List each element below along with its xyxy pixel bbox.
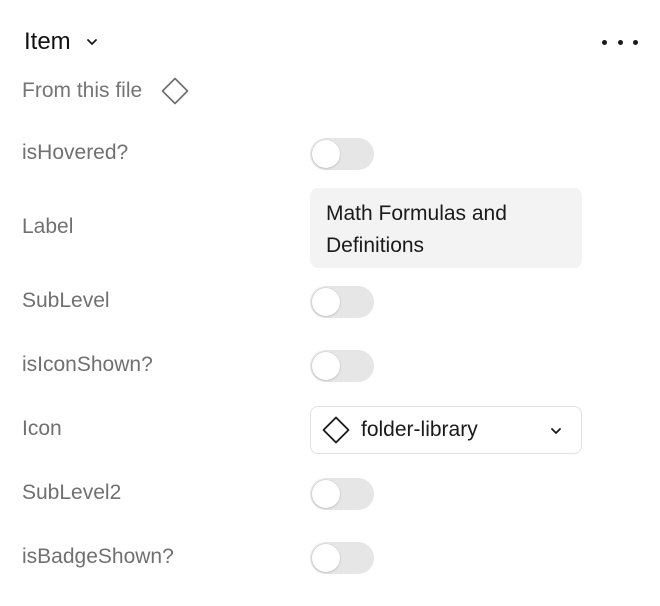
- panel-title-dropdown[interactable]: Item: [24, 24, 99, 60]
- more-options-button[interactable]: [602, 32, 638, 52]
- property-row-label: Label Math Formulas and Definitions: [22, 188, 622, 268]
- toggle-knob: [312, 544, 340, 572]
- property-row-sub-level: SubLevel: [22, 286, 622, 318]
- component-diamond-icon[interactable]: [160, 76, 190, 106]
- is-hovered-toggle[interactable]: [310, 138, 374, 170]
- property-label: isIconShown?: [22, 353, 153, 376]
- more-dot: [633, 39, 638, 45]
- property-row-icon: Icon folder-library: [22, 406, 622, 454]
- panel-header: Item: [24, 24, 644, 62]
- toggle-knob: [312, 288, 340, 316]
- toggle-knob: [312, 140, 340, 168]
- property-row-is-hovered: isHovered?: [22, 138, 622, 170]
- more-dot: [617, 39, 623, 45]
- component-source: From this file: [22, 74, 190, 108]
- property-row-is-icon-shown: isIconShown?: [22, 350, 622, 382]
- sub-level-toggle[interactable]: [310, 286, 374, 318]
- property-row-is-badge-shown: isBadgeShown?: [22, 542, 622, 574]
- property-row-sub-level2: SubLevel2: [22, 478, 622, 510]
- icon-select[interactable]: folder-library: [310, 406, 582, 454]
- property-label: isHovered?: [22, 141, 129, 164]
- panel-title: Item: [24, 28, 71, 55]
- property-label: Icon: [22, 417, 62, 440]
- property-label: SubLevel2: [22, 481, 122, 504]
- is-icon-shown-toggle[interactable]: [310, 350, 374, 382]
- chevron-down-icon: [551, 428, 561, 434]
- is-badge-shown-toggle[interactable]: [310, 542, 374, 574]
- toggle-knob: [312, 352, 340, 380]
- sub-level2-toggle[interactable]: [310, 478, 374, 510]
- property-label: SubLevel: [22, 289, 110, 312]
- more-horizontal-icon: [602, 39, 607, 45]
- label-text-input[interactable]: Math Formulas and Definitions: [310, 188, 582, 268]
- icon-select-value: folder-library: [361, 418, 478, 441]
- property-label: Label: [22, 215, 74, 238]
- toggle-knob: [312, 480, 340, 508]
- property-label: isBadgeShown?: [22, 545, 174, 568]
- component-diamond-icon: [322, 416, 350, 444]
- chevron-down-icon: [86, 39, 97, 45]
- source-label: From this file: [22, 79, 143, 102]
